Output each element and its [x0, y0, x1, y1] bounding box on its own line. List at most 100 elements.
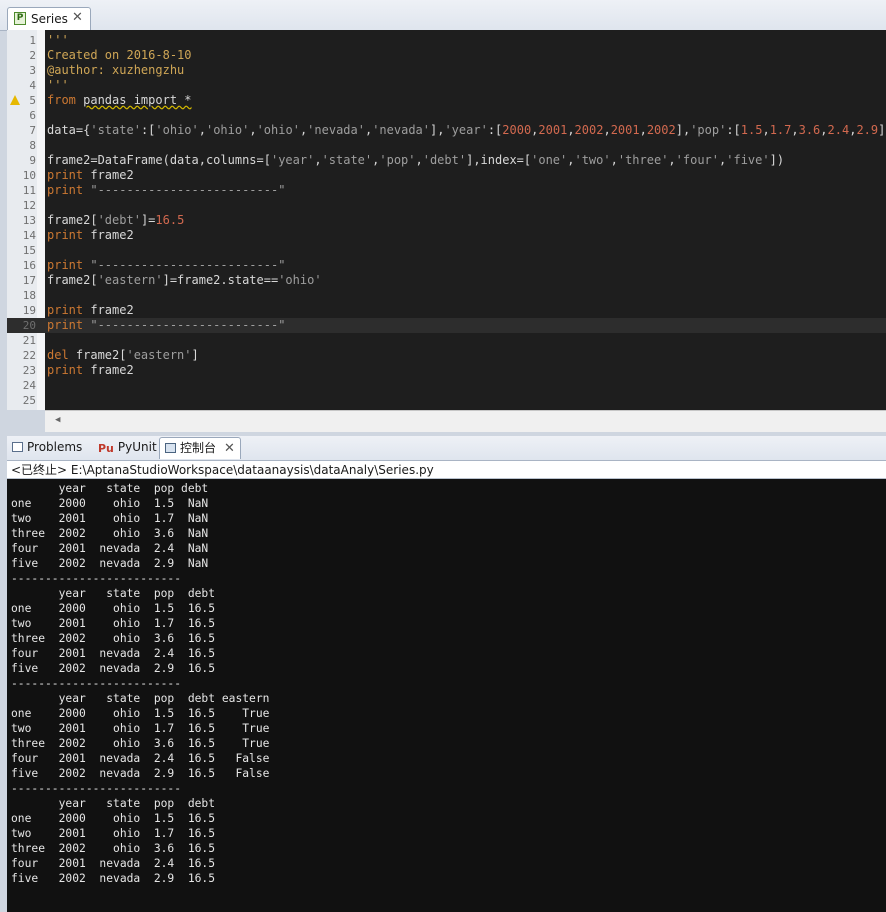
code-line[interactable]: 22 del frame2['eastern'] — [7, 348, 886, 363]
code-token: 'ohio' — [256, 123, 300, 137]
code-line[interactable]: 21 — [7, 333, 886, 348]
console-output-line: two 2001 ohio 1.7 16.5 — [11, 617, 216, 630]
code-line[interactable]: 23 print frame2 — [7, 363, 886, 378]
line-number: 4 — [29, 79, 36, 92]
tab-console[interactable]: 控制台 ✕ — [159, 437, 241, 459]
tab-problems-label: Problems — [27, 440, 83, 454]
console-output-line: four 2001 nevada 2.4 16.5 — [11, 857, 216, 870]
code-line[interactable]: 25 — [7, 393, 886, 408]
code-line[interactable]: 12 — [7, 198, 886, 213]
code-line[interactable]: 5 from pandas import * — [7, 93, 886, 108]
code-token: 'five' — [726, 153, 770, 167]
code-token: , — [762, 123, 770, 137]
code-line[interactable]: 14 print frame2 — [7, 228, 886, 243]
code-token: print — [47, 168, 84, 182]
code-text: frame2['debt']=16.5 — [47, 213, 184, 228]
code-token: 'eastern' — [126, 348, 192, 362]
code-token: ]=frame2.state== — [162, 273, 279, 287]
line-number: 19 — [22, 304, 36, 317]
code-token: 2001 — [610, 123, 640, 137]
code-token: frame2 — [83, 303, 134, 317]
code-token: 3.6 — [798, 123, 821, 137]
code-line[interactable]: 13 frame2['debt']=16.5 — [7, 213, 886, 228]
code-token: frame2=DataFrame(data,columns=[ — [47, 153, 271, 167]
console-output-line: three 2002 ohio 3.6 16.5 — [11, 632, 216, 645]
line-number: 10 — [22, 169, 36, 182]
line-number: 5 — [29, 94, 36, 107]
code-token: 'pop' — [379, 153, 416, 167]
code-line[interactable]: 17 frame2['eastern']=frame2.state=='ohio' — [7, 273, 886, 288]
code-token: :[ — [487, 123, 503, 137]
scroll-left-icon[interactable]: ◀ — [55, 415, 60, 425]
console-output-line: three 2002 ohio 3.6 NaN — [11, 527, 209, 540]
code-text: print frame2 — [47, 303, 134, 318]
code-token: ], — [430, 123, 445, 137]
code-token: ],index=[ — [466, 153, 532, 167]
code-line[interactable]: 20 print "-------------------------" — [7, 318, 886, 333]
console-output-line: two 2001 ohio 1.7 NaN — [11, 512, 209, 525]
console-output[interactable]: year state pop debt one 2000 ohio 1.5 NaN… — [7, 479, 886, 912]
code-line[interactable]: 7 data={'state':['ohio','ohio','ohio','ne… — [7, 123, 886, 138]
code-token: "-------------------------" — [90, 318, 286, 332]
line-number: 17 — [22, 274, 36, 287]
console-icon — [165, 443, 176, 453]
code-text: @author: xuzhengzhu — [47, 63, 184, 78]
code-line[interactable]: 1 ''' — [7, 33, 886, 48]
code-token: from — [47, 93, 84, 107]
code-token: ]= — [140, 213, 156, 227]
code-text: data={'state':['ohio','ohio','ohio','nev… — [47, 123, 886, 138]
console-output-line: two 2001 ohio 1.7 16.5 True — [11, 722, 270, 735]
close-icon[interactable]: ✕ — [72, 10, 83, 25]
code-token: 'state' — [321, 153, 373, 167]
code-token: 'two' — [574, 153, 611, 167]
code-token: , — [610, 153, 618, 167]
code-token: ], — [675, 123, 691, 137]
code-text: print frame2 — [47, 168, 134, 183]
code-token: 2002 — [574, 123, 604, 137]
code-line[interactable]: 8 — [7, 138, 886, 153]
code-token: pandas import * — [83, 93, 192, 107]
code-line[interactable]: 10 print frame2 — [7, 168, 886, 183]
line-number: 3 — [29, 64, 36, 77]
console-output-line: three 2002 ohio 3.6 16.5 True — [11, 737, 270, 750]
tab-pyunit[interactable]: Pu PyUnit — [93, 437, 159, 459]
code-editor[interactable]: 1 ''' 2 Created on 2016-8-10 3 @author: xuzhe… — [7, 30, 886, 432]
code-line[interactable]: 9 frame2=DataFrame(data,columns=['year','… — [7, 153, 886, 168]
code-token: ''' — [47, 78, 69, 92]
line-number: 9 — [29, 154, 36, 167]
code-text: ''' — [47, 78, 69, 93]
close-icon[interactable]: ✕ — [224, 441, 235, 456]
code-text: print frame2 — [47, 363, 134, 378]
line-number: 8 — [29, 139, 36, 152]
code-line[interactable]: 16 print "-------------------------" — [7, 258, 886, 273]
line-number: 18 — [22, 289, 36, 302]
code-line[interactable]: 2 Created on 2016-8-10 — [7, 48, 886, 63]
code-line[interactable]: 4 ''' — [7, 78, 886, 93]
code-line[interactable]: 11 print "-------------------------" — [7, 183, 886, 198]
tab-problems[interactable]: Problems — [7, 437, 91, 459]
tab-pyunit-label: PyUnit — [117, 440, 157, 454]
code-line[interactable]: 15 — [7, 243, 886, 258]
editor-tab-label: Series — [31, 12, 68, 26]
console-output-line: ------------------------- — [11, 782, 182, 795]
console-output-line: four 2001 nevada 2.4 16.5 False — [11, 752, 270, 765]
line-number: 12 — [22, 199, 36, 212]
line-number: 13 — [22, 214, 36, 227]
code-line[interactable]: 3 @author: xuzhengzhu — [7, 63, 886, 78]
code-token: print — [47, 363, 84, 377]
code-token: 'ohio' — [205, 123, 250, 137]
code-text: print "-------------------------" — [47, 258, 285, 273]
console-output-line: one 2000 ohio 1.5 16.5 — [11, 602, 216, 615]
code-line[interactable]: 6 — [7, 108, 886, 123]
editor-tab-series[interactable]: P Series ✕ — [7, 7, 91, 30]
code-line[interactable]: 19 print frame2 — [7, 303, 886, 318]
console-output-line: three 2002 ohio 3.6 16.5 — [11, 842, 216, 855]
code-token: del — [47, 348, 69, 362]
code-token: "-------------------------" — [90, 183, 286, 197]
code-token: print — [47, 228, 84, 242]
code-token: frame2 — [83, 363, 134, 377]
code-line[interactable]: 24 — [7, 378, 886, 393]
code-line[interactable]: 18 — [7, 288, 886, 303]
horizontal-scrollbar[interactable]: ◀ — [45, 410, 886, 432]
code-token: , — [415, 153, 423, 167]
